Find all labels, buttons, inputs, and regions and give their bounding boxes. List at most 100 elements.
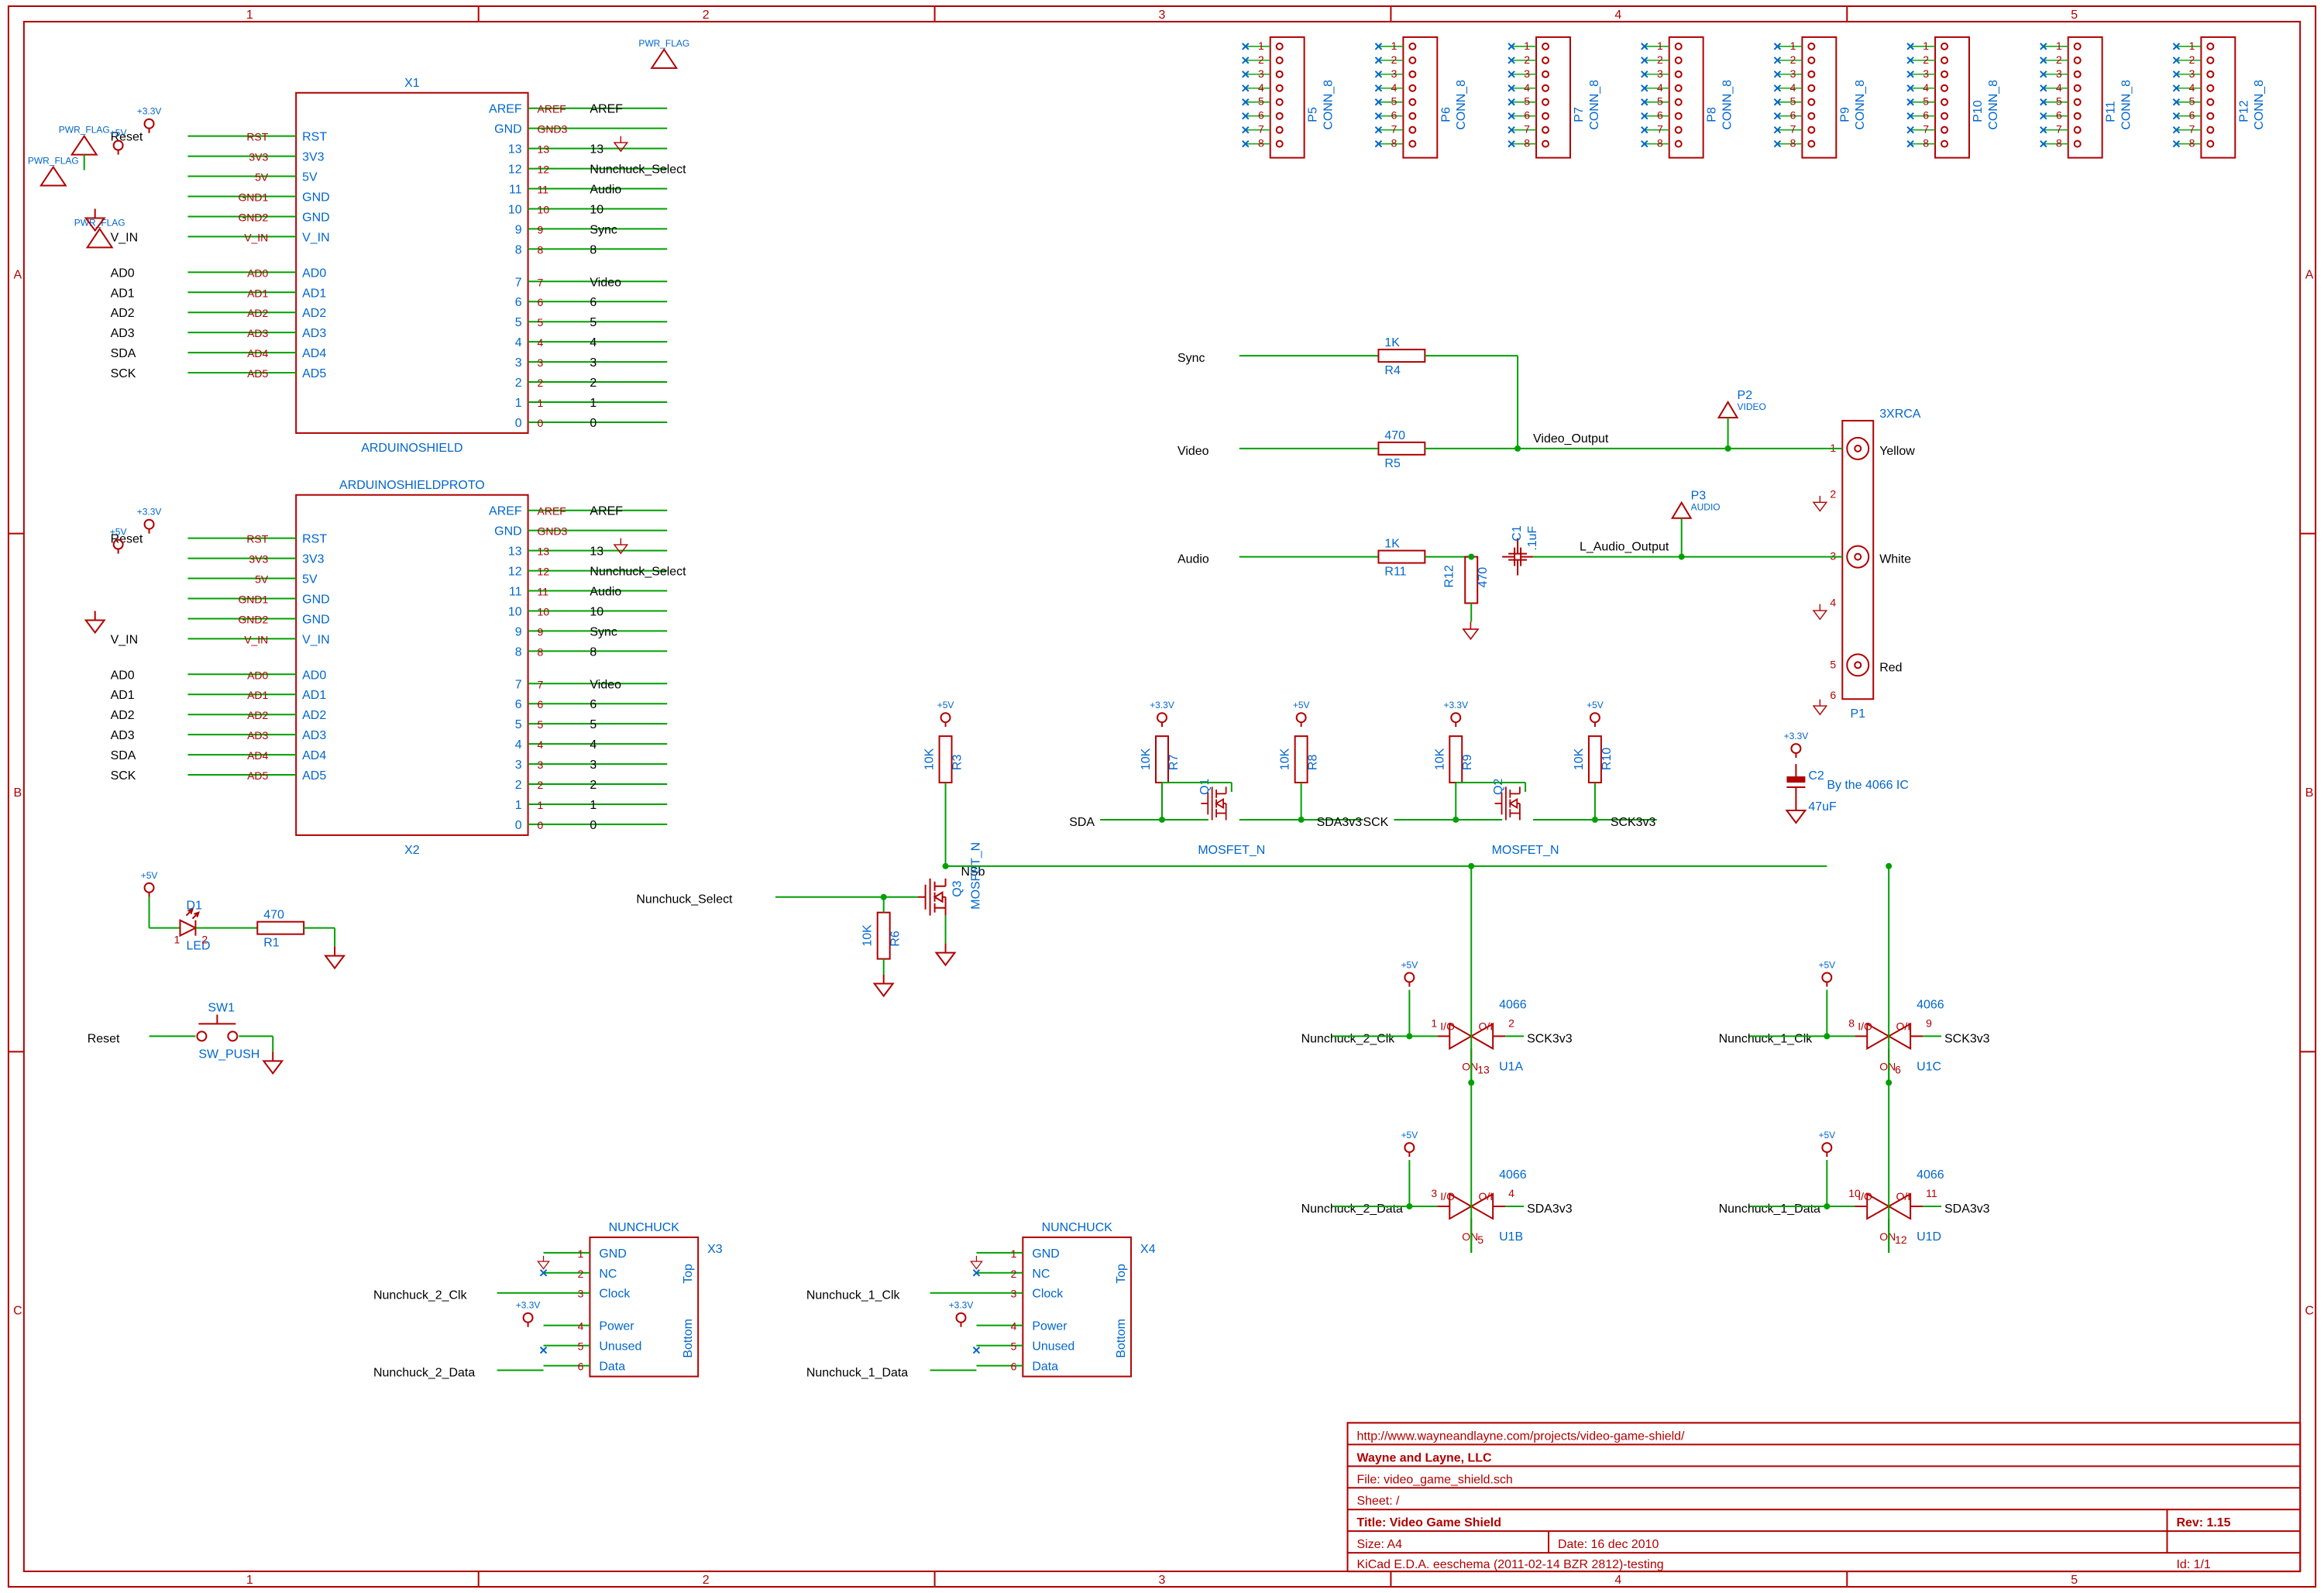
svg-text:7: 7 xyxy=(1790,123,1796,136)
svg-text:AREF: AREF xyxy=(590,505,623,518)
svg-text:Yellow: Yellow xyxy=(1879,445,1915,458)
svg-text:Unused: Unused xyxy=(599,1340,641,1354)
conn8-P12: 12345678P12CONN_8 xyxy=(2173,37,2266,158)
svg-text:ON: ON xyxy=(1879,1060,1896,1072)
svg-text:13: 13 xyxy=(538,545,550,558)
svg-text:White: White xyxy=(1879,553,1911,566)
svg-text:Nunchuck_Select: Nunchuck_Select xyxy=(590,566,686,579)
svg-text:6: 6 xyxy=(1895,1063,1901,1075)
svg-text:4066: 4066 xyxy=(1917,1168,1944,1182)
svg-text:GND3: GND3 xyxy=(538,525,568,538)
svg-text:1K: 1K xyxy=(1384,336,1400,349)
svg-text:5: 5 xyxy=(590,718,596,731)
svg-text:3V3: 3V3 xyxy=(249,553,268,566)
svg-text:12: 12 xyxy=(1895,1233,1907,1246)
svg-text:AUDIO: AUDIO xyxy=(1691,502,1721,513)
conn8-P5: 12345678P5CONN_8 xyxy=(1243,37,1336,158)
svg-text:V_IN: V_IN xyxy=(302,231,329,244)
svg-text:9: 9 xyxy=(515,625,522,638)
svg-text:470: 470 xyxy=(263,909,284,922)
svg-text:P6: P6 xyxy=(1439,107,1452,122)
svg-text:4: 4 xyxy=(2189,81,2195,94)
svg-text:3XRCA: 3XRCA xyxy=(1879,408,1921,421)
svg-text:SCK3v3: SCK3v3 xyxy=(1944,1032,1990,1045)
svg-text:11: 11 xyxy=(538,586,549,598)
svg-text:12: 12 xyxy=(508,163,522,177)
svg-text:10: 10 xyxy=(508,203,522,216)
svg-text:NUNCHUCK: NUNCHUCK xyxy=(609,1221,680,1234)
svg-text:AD2: AD2 xyxy=(247,709,268,721)
svg-text:13: 13 xyxy=(590,545,603,559)
conn8-P10: 12345678P10CONN_8 xyxy=(1907,37,2000,158)
svg-text:V_IN: V_IN xyxy=(111,633,138,646)
svg-text:GND: GND xyxy=(1032,1247,1059,1261)
svg-text:2: 2 xyxy=(1508,1017,1514,1029)
svg-text:P11: P11 xyxy=(2105,101,2118,122)
svg-text:3V3: 3V3 xyxy=(249,151,268,163)
svg-text:1: 1 xyxy=(515,397,522,410)
svg-text:7: 7 xyxy=(538,276,544,288)
svg-text:8: 8 xyxy=(1258,137,1264,150)
svg-text:+5V: +5V xyxy=(1819,960,1836,971)
svg-text:Nunchuck_2_Clk: Nunchuck_2_Clk xyxy=(373,1289,467,1302)
svg-text:.1uF: .1uF xyxy=(1526,525,1539,550)
svg-text:2: 2 xyxy=(201,934,208,946)
svg-text:Audio: Audio xyxy=(590,586,621,599)
svg-text:+5V: +5V xyxy=(1819,1130,1836,1141)
svg-text:+3.3V: +3.3V xyxy=(1784,731,1809,741)
svg-text:7: 7 xyxy=(1258,123,1264,136)
svg-text:2: 2 xyxy=(703,1574,710,1587)
svg-text:3: 3 xyxy=(1790,67,1796,80)
svg-text:Bottom: Bottom xyxy=(682,1319,695,1358)
svg-text:1: 1 xyxy=(1391,40,1397,52)
svg-text:Nunchuck_2_Data: Nunchuck_2_Data xyxy=(373,1367,475,1380)
svg-text:A: A xyxy=(2305,268,2314,281)
svg-text:AD1: AD1 xyxy=(247,689,268,701)
svg-text:3V3: 3V3 xyxy=(302,553,325,566)
svg-text:0: 0 xyxy=(590,819,596,832)
svg-text:7: 7 xyxy=(538,678,544,690)
svg-text:Q2: Q2 xyxy=(1492,779,1505,795)
svg-text:2: 2 xyxy=(1657,53,1663,66)
svg-text:CONN_8: CONN_8 xyxy=(1588,80,1601,130)
svg-text:O/I: O/I xyxy=(1479,1020,1494,1032)
svg-text:8: 8 xyxy=(1657,137,1663,150)
vcc-3v3-b: +3.3V xyxy=(137,507,162,534)
svg-text:5: 5 xyxy=(590,316,596,329)
reset-sw: Reset SW1SW_PUSH xyxy=(88,1001,283,1073)
svg-text:+5V: +5V xyxy=(1401,1130,1418,1141)
svg-text:8: 8 xyxy=(1790,137,1796,150)
svg-text:+3.3V: +3.3V xyxy=(137,507,162,518)
svg-text:GND2: GND2 xyxy=(238,211,268,223)
svg-text:+3.3V: +3.3V xyxy=(1443,700,1468,710)
svg-text:11: 11 xyxy=(1926,1187,1937,1199)
svg-text:2: 2 xyxy=(578,1268,584,1280)
svg-text:AD0: AD0 xyxy=(111,669,135,682)
svg-text:P8: P8 xyxy=(1706,107,1719,122)
svg-text:5: 5 xyxy=(1923,95,1929,108)
svg-text:1: 1 xyxy=(538,799,544,811)
svg-text:2: 2 xyxy=(538,377,544,389)
svg-text:1: 1 xyxy=(1524,40,1530,52)
svg-text:9: 9 xyxy=(538,625,544,638)
svg-text:Nunchuck_1_Clk: Nunchuck_1_Clk xyxy=(1719,1032,1813,1045)
svg-text:SCK: SCK xyxy=(1363,816,1388,829)
svg-text:2: 2 xyxy=(1258,53,1264,66)
svg-text:V_IN: V_IN xyxy=(111,231,138,244)
svg-text:5: 5 xyxy=(2056,95,2062,108)
arduino-shield-x1: X1 ARDUINOSHIELD xyxy=(296,77,528,455)
svg-text:R3: R3 xyxy=(951,755,964,771)
svg-text:P5: P5 xyxy=(1307,107,1320,122)
svg-text:+5V: +5V xyxy=(110,128,127,139)
svg-text:8: 8 xyxy=(2189,137,2195,150)
svg-text:7: 7 xyxy=(2056,123,2062,136)
tb-company2: Wayne and Layne, LLC xyxy=(1357,1451,1493,1464)
svg-text:+5V: +5V xyxy=(937,700,954,710)
svg-text:4: 4 xyxy=(1657,81,1663,94)
svg-text:Bottom: Bottom xyxy=(1115,1319,1128,1358)
svg-text:SDA3v3: SDA3v3 xyxy=(1527,1202,1573,1216)
svg-text:6: 6 xyxy=(1391,109,1397,122)
svg-text:6: 6 xyxy=(515,296,522,309)
conn8-P7: 12345678P7CONN_8 xyxy=(1508,37,1601,158)
svg-text:GND1: GND1 xyxy=(238,593,268,605)
